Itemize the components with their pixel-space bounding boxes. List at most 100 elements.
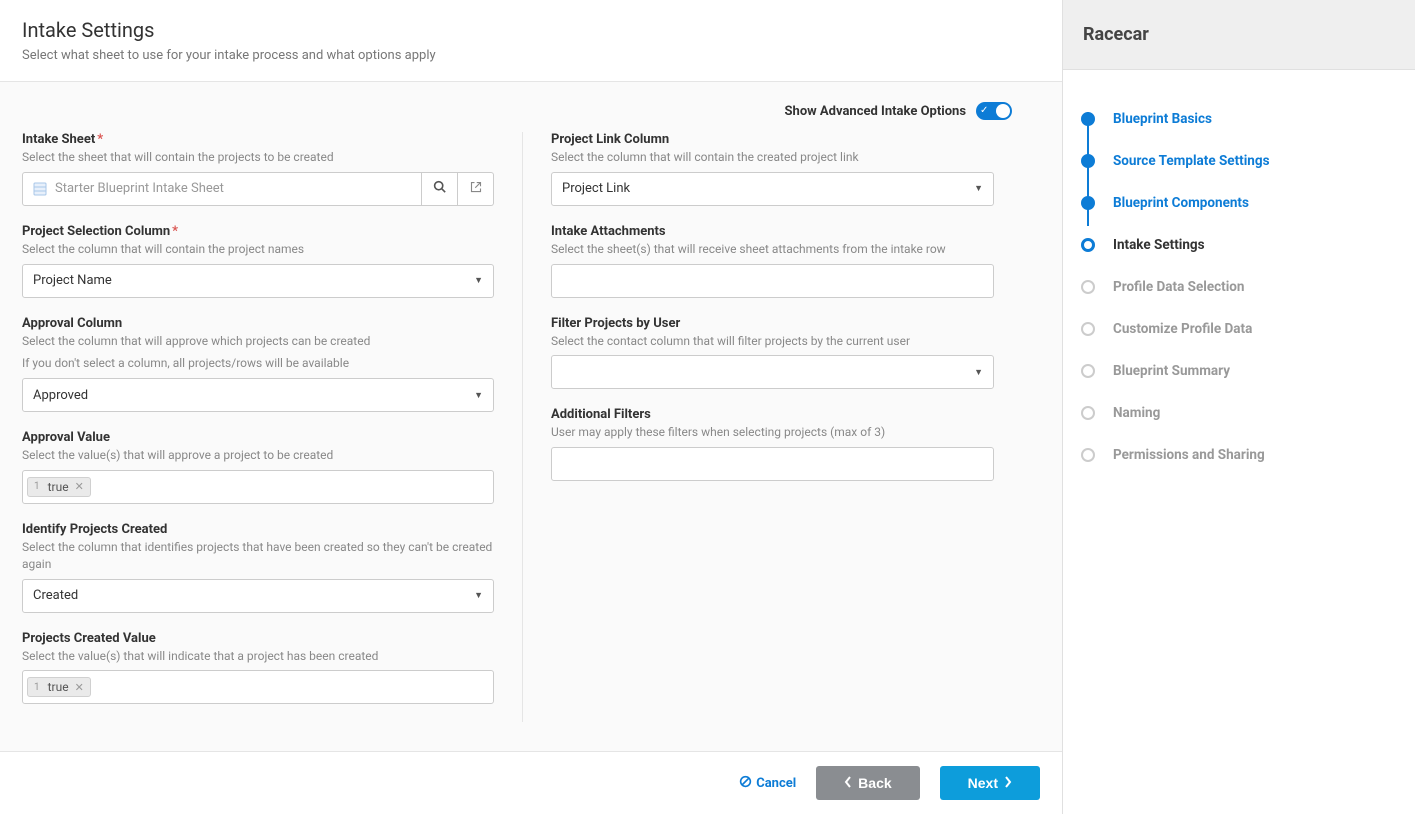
page-subtitle: Select what sheet to use for your intake… [22,48,1040,63]
intake-sheet-value: Starter Blueprint Intake Sheet [55,181,224,196]
field-label: Identify Projects Created [22,522,494,537]
main-panel: Intake Settings Select what sheet to use… [0,0,1063,814]
step-label: Blueprint Components [1113,195,1249,211]
step-blueprint-components[interactable]: Blueprint Components [1081,182,1397,224]
field-label: Filter Projects by User [551,316,994,331]
approval-column-select[interactable]: Approved ▼ [22,378,494,412]
required-star: * [97,132,103,147]
step-customize-profile-data[interactable]: Customize Profile Data [1081,308,1397,350]
next-label: Next [968,775,998,791]
close-icon[interactable]: ✕ [75,681,84,694]
step-marker-icon [1081,448,1095,462]
identify-created-select[interactable]: Created ▼ [22,579,494,613]
chevron-down-icon: ▼ [474,390,483,401]
step-label: Blueprint Basics [1113,111,1212,127]
step-marker-icon [1081,238,1095,252]
advanced-toggle-label: Show Advanced Intake Options [785,104,966,119]
field-approval-value: Approval Value Select the value(s) that … [22,430,494,504]
field-label: Intake Attachments [551,224,994,239]
field-label: Projects Created Value [22,631,494,646]
field-additional-filters: Additional Filters User may apply these … [551,407,994,481]
open-external-button[interactable] [458,172,494,206]
select-value: Project Link [562,181,630,196]
field-created-value: Projects Created Value Select the value(… [22,631,494,705]
external-link-icon [470,181,482,197]
select-value: Project Name [33,273,112,288]
tag-text: true [48,480,69,494]
content-area: Show Advanced Intake Options ✓ Intake Sh… [0,82,1062,751]
footer-bar: Cancel Back Next [0,751,1062,814]
advanced-toggle[interactable]: ✓ [976,102,1012,120]
right-column: Project Link Column Select the column th… [522,132,1022,722]
close-icon[interactable]: ✕ [75,480,84,493]
chevron-left-icon [844,775,852,791]
step-label: Profile Data Selection [1113,279,1245,295]
step-naming[interactable]: Naming [1081,392,1397,434]
next-button[interactable]: Next [940,766,1040,800]
step-marker-icon [1081,406,1095,420]
field-help: Select the column that will contain the … [551,149,994,166]
field-help: Select the column that will approve whic… [22,333,494,350]
page-title: Intake Settings [22,18,1040,42]
page-header: Intake Settings Select what sheet to use… [0,0,1062,82]
approval-value-taginput[interactable]: 1 true ✕ [22,470,494,504]
field-help: Select the value(s) that will approve a … [22,447,494,464]
select-value: Approved [33,388,88,403]
sidebar-steps: Blueprint Basics Source Template Setting… [1063,70,1415,504]
field-intake-sheet: Intake Sheet* Select the sheet that will… [22,132,494,206]
intake-sheet-input-wrap: Starter Blueprint Intake Sheet [22,172,494,206]
step-blueprint-basics[interactable]: Blueprint Basics [1081,98,1397,140]
field-help: If you don't select a column, all projec… [22,355,494,372]
step-source-template[interactable]: Source Template Settings [1081,140,1397,182]
field-help: Select the sheet that will contain the p… [22,149,494,166]
field-help: User may apply these filters when select… [551,424,994,441]
select-value: Created [33,588,78,603]
field-label: Approval Value [22,430,494,445]
intake-attachments-input[interactable] [551,264,994,298]
step-permissions-sharing[interactable]: Permissions and Sharing [1081,434,1397,476]
field-label: Project Link Column [551,132,994,147]
sidebar: Racecar Blueprint Basics Source Template… [1063,0,1415,814]
tag-number: 1 [34,481,40,492]
field-project-selection: Project Selection Column* Select the col… [22,224,494,298]
field-project-link: Project Link Column Select the column th… [551,132,994,206]
chevron-down-icon: ▼ [974,183,983,194]
chevron-down-icon: ▼ [474,275,483,286]
field-help: Select the value(s) that will indicate t… [22,648,494,665]
sidebar-title: Racecar [1063,0,1415,70]
field-label: Additional Filters [551,407,994,422]
field-help: Select the column that identifies projec… [22,539,494,573]
chevron-down-icon: ▼ [474,590,483,601]
sheet-icon [33,182,47,196]
created-value-taginput[interactable]: 1 true ✕ [22,670,494,704]
cancel-icon [739,775,752,792]
step-label: Customize Profile Data [1113,321,1252,337]
toggle-knob [996,104,1010,118]
field-intake-attachments: Intake Attachments Select the sheet(s) t… [551,224,994,298]
project-selection-select[interactable]: Project Name ▼ [22,264,494,298]
chevron-down-icon: ▼ [974,367,983,378]
step-marker-icon [1081,154,1095,168]
field-help: Select the sheet(s) that will receive sh… [551,241,994,258]
step-marker-icon [1081,112,1095,126]
additional-filters-input[interactable] [551,447,994,481]
tag-number: 1 [34,682,40,693]
tag-text: true [48,680,69,694]
project-link-select[interactable]: Project Link ▼ [551,172,994,206]
intake-sheet-input[interactable]: Starter Blueprint Intake Sheet [22,172,422,206]
form-columns: Intake Sheet* Select the sheet that will… [22,132,1040,722]
chevron-right-icon [1004,775,1012,791]
step-intake-settings[interactable]: Intake Settings [1081,224,1397,266]
back-button[interactable]: Back [816,766,919,800]
step-blueprint-summary[interactable]: Blueprint Summary [1081,350,1397,392]
step-marker-icon [1081,364,1095,378]
step-label: Naming [1113,405,1160,421]
tag-true: 1 true ✕ [27,477,91,497]
cancel-button[interactable]: Cancel [739,775,796,792]
required-star: * [172,224,178,239]
back-label: Back [858,775,891,791]
search-button[interactable] [422,172,458,206]
cancel-label: Cancel [756,776,796,791]
step-profile-data-selection[interactable]: Profile Data Selection [1081,266,1397,308]
filter-by-user-select[interactable]: ▼ [551,355,994,389]
